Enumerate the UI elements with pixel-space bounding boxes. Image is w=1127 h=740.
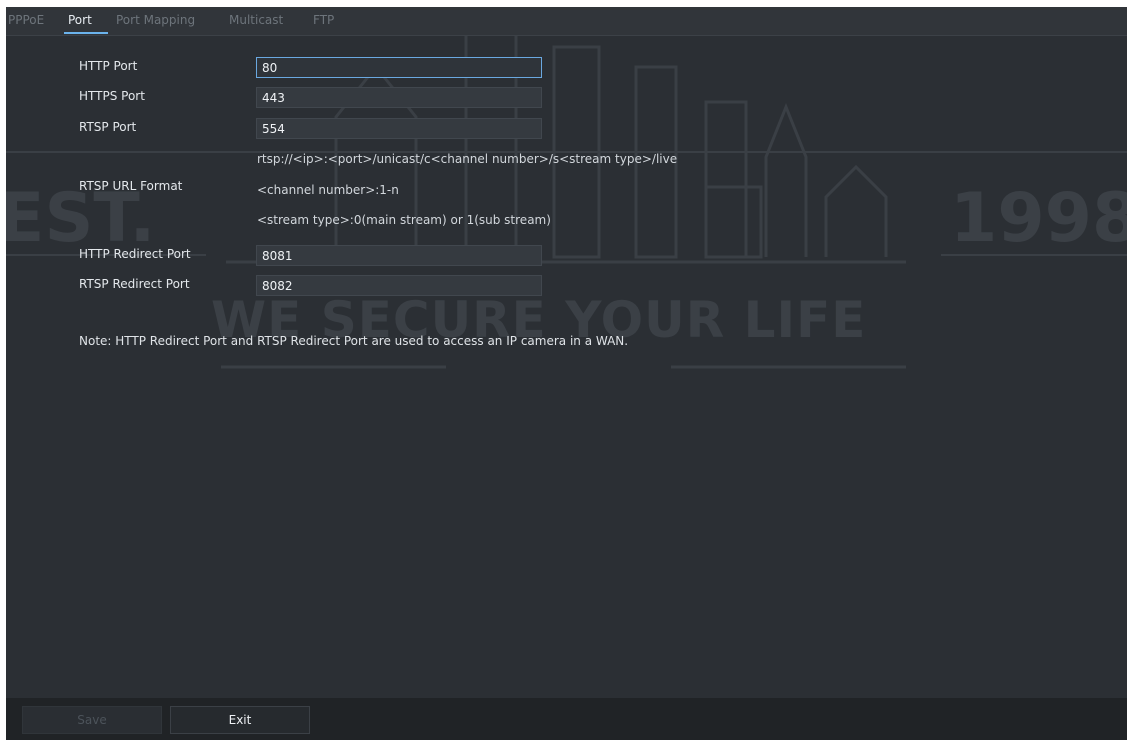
save-button[interactable]: Save <box>22 706 162 734</box>
rtsp-channel-number-hint: <channel number>:1-n <box>257 183 399 197</box>
rtsp-url-template: rtsp://<ip>:<port>/unicast/c<channel num… <box>257 152 678 166</box>
rtsp-port-input[interactable] <box>256 118 542 139</box>
http-port-label: HTTP Port <box>79 59 138 73</box>
rtsp-url-format-label: RTSP URL Format <box>79 179 183 193</box>
https-port-label: HTTPS Port <box>79 89 145 103</box>
rtsp-stream-type-hint: <stream type>:0(main stream) or 1(sub st… <box>257 213 551 227</box>
rtsp-redirect-port-label: RTSP Redirect Port <box>79 277 190 291</box>
exit-button[interactable]: Exit <box>170 706 310 734</box>
tab-pppoe[interactable]: PPPoE <box>8 13 44 27</box>
rtsp-port-label: RTSP Port <box>79 120 137 134</box>
active-tab-indicator <box>64 32 108 34</box>
city-skyline-watermark <box>6 25 1127 369</box>
watermark-year: 1998 <box>950 179 1127 258</box>
watermark: WE SECURE YOUR LIFE EST. 1998 <box>6 7 1127 740</box>
port-settings-screen: WE SECURE YOUR LIFE EST. 1998 PPPoE Port… <box>6 7 1127 740</box>
http-redirect-port-label: HTTP Redirect Port <box>79 247 191 261</box>
https-port-input[interactable] <box>256 87 542 108</box>
http-port-input[interactable] <box>256 57 542 78</box>
tab-port[interactable]: Port <box>68 13 92 27</box>
http-redirect-port-input[interactable] <box>256 245 542 266</box>
tab-ftp[interactable]: FTP <box>313 13 334 27</box>
tab-bar: PPPoE Port Port Mapping Multicast FTP <box>6 7 1127 36</box>
tab-port-mapping[interactable]: Port Mapping <box>116 13 195 27</box>
tab-multicast[interactable]: Multicast <box>229 13 283 27</box>
redirect-port-note: Note: HTTP Redirect Port and RTSP Redire… <box>79 334 629 348</box>
rtsp-redirect-port-input[interactable] <box>256 275 542 296</box>
footer-bar: Save Exit <box>6 698 1127 740</box>
